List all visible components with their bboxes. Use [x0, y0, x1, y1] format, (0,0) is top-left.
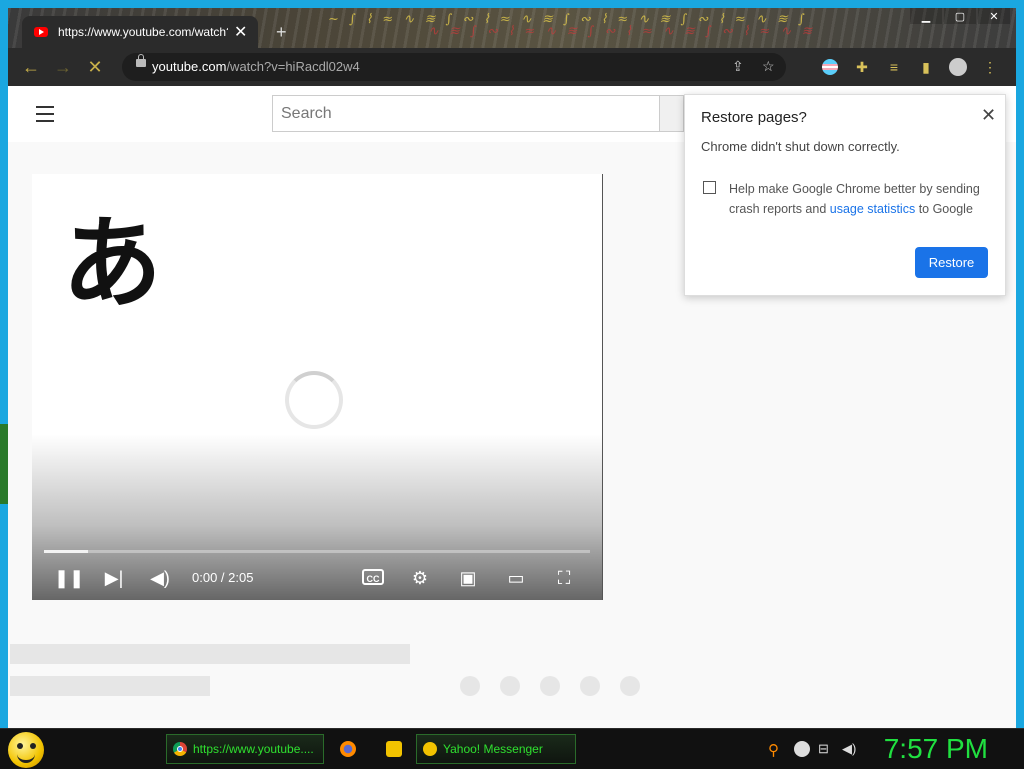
video-player[interactable]: あ ❚❚ ▶| ◀) 0:00 / 2:05 CC ⚙ ▣ ▭ ⛶: [32, 174, 603, 600]
network-tray-icon[interactable]: ⊟: [818, 741, 834, 757]
progress-bar[interactable]: [44, 550, 590, 553]
crash-report-label: Help make Google Chrome better by sendin…: [729, 179, 989, 219]
pause-icon[interactable]: ❚❚: [54, 564, 84, 592]
menu-dots-icon[interactable]: ⋮: [980, 57, 1000, 77]
chrome-icon: [173, 742, 187, 756]
loading-spinner: [285, 371, 343, 429]
trans-flag-extension-icon[interactable]: [820, 57, 840, 77]
theater-icon[interactable]: ▭: [502, 564, 530, 592]
title-bar: ~ ∫ ⌇ ≈ ∿ ≋ ∫ ∾ ⌇ ≈ ∿ ≋ ∫ ∾ ⌇ ≈ ∿ ≋ ∫ ∾ …: [8, 8, 1016, 48]
url-text[interactable]: youtube.com/watch?v=hiRacdl02w4: [152, 59, 360, 74]
bookmark-star-icon[interactable]: ☆: [762, 58, 775, 75]
search-box[interactable]: [272, 95, 660, 132]
back-arrow-icon[interactable]: ←: [20, 56, 42, 78]
search-button[interactable]: [660, 95, 684, 132]
reading-list-icon[interactable]: ≡: [884, 57, 904, 77]
video-overlay-glyph: あ: [62, 205, 162, 322]
window-controls: ▁ ▢ ✕: [908, 8, 1010, 24]
search-tray-icon[interactable]: ⚲: [768, 741, 784, 759]
cc-button[interactable]: CC: [362, 569, 384, 585]
yahoo-messenger-icon: [423, 742, 437, 756]
volume-icon[interactable]: ◀): [146, 564, 174, 592]
hamburger-icon[interactable]: [36, 106, 54, 127]
window-close-icon[interactable]: ✕: [978, 8, 1010, 24]
url-host: youtube.com: [152, 59, 227, 74]
lock-icon[interactable]: [136, 54, 146, 67]
tab-close-icon[interactable]: ✕: [234, 22, 247, 42]
search-input[interactable]: [273, 96, 659, 131]
profile-icon[interactable]: [948, 57, 968, 77]
progress-fill: [44, 550, 88, 553]
taskbar-clock[interactable]: 7:57 PM: [884, 733, 988, 765]
title-placeholder: [10, 644, 410, 664]
dialog-message: Chrome didn't shut down correctly.: [701, 139, 900, 154]
taskbar: https://www.youtube.... Yahoo! Messenger…: [0, 728, 1024, 769]
yahoo-messenger-taskbar-item[interactable]: Yahoo! Messenger: [416, 734, 576, 764]
browser-tab[interactable]: https://www.youtube.com/watch?v=hiRacdl0…: [22, 16, 258, 48]
youtube-favicon-icon: [34, 27, 48, 37]
desktop-side-handle: [0, 424, 8, 504]
next-icon[interactable]: ▶|: [100, 564, 128, 592]
restore-pages-dialog: Restore pages? ✕ Chrome didn't shut down…: [684, 94, 1006, 296]
new-tab-button[interactable]: +: [276, 22, 287, 43]
messenger-task-label: Yahoo! Messenger: [443, 742, 543, 756]
youtube-page: あ ❚❚ ▶| ◀) 0:00 / 2:05 CC ⚙ ▣ ▭ ⛶ Restor…: [8, 86, 1016, 728]
start-smiley-icon[interactable]: [8, 732, 44, 768]
action-placeholders: [460, 676, 660, 696]
crash-report-checkbox[interactable]: [703, 181, 716, 194]
address-bar[interactable]: youtube.com/watch?v=hiRacdl02w4 ⇪ ☆: [122, 53, 786, 81]
miniplayer-icon[interactable]: ▣: [454, 564, 482, 592]
restore-button[interactable]: Restore: [915, 247, 988, 278]
chrome-taskbar-item[interactable]: https://www.youtube....: [166, 734, 324, 764]
fullscreen-icon[interactable]: ⛶: [550, 564, 578, 592]
url-path: /watch?v=hiRacdl02w4: [226, 59, 360, 74]
extension-icon[interactable]: ✚: [852, 57, 872, 77]
minimize-icon[interactable]: ▁: [910, 8, 942, 24]
close-icon[interactable]: ✕: [981, 105, 996, 126]
status-tray-icon[interactable]: [794, 741, 810, 757]
share-icon[interactable]: ⇪: [732, 58, 744, 75]
chrome-window: ~ ∫ ⌇ ≈ ∿ ≋ ∫ ∾ ⌇ ≈ ∿ ≋ ∫ ∾ ⌇ ≈ ∿ ≋ ∫ ∾ …: [8, 8, 1016, 728]
side-panel-icon[interactable]: ▮: [916, 57, 936, 77]
chrome-task-label: https://www.youtube....: [193, 742, 314, 756]
usage-statistics-link[interactable]: usage statistics: [830, 202, 915, 216]
firefox-icon[interactable]: [340, 741, 356, 757]
tab-title: https://www.youtube.com/watch?v=hiRacdl0…: [58, 25, 228, 39]
subtitle-placeholder: [10, 676, 210, 696]
volume-tray-icon[interactable]: ◀): [842, 741, 858, 757]
stop-loading-icon[interactable]: ✕: [84, 56, 106, 78]
file-manager-icon[interactable]: [386, 741, 402, 757]
help-text-suffix: to Google: [915, 202, 973, 216]
dialog-title: Restore pages?: [701, 109, 807, 126]
settings-icon[interactable]: ⚙: [406, 564, 434, 592]
time-display: 0:00 / 2:05: [192, 570, 254, 585]
browser-toolbar: ← → ✕ youtube.com/watch?v=hiRacdl02w4 ⇪ …: [8, 48, 1016, 86]
maximize-icon[interactable]: ▢: [944, 8, 976, 24]
forward-arrow-icon[interactable]: →: [52, 56, 74, 78]
